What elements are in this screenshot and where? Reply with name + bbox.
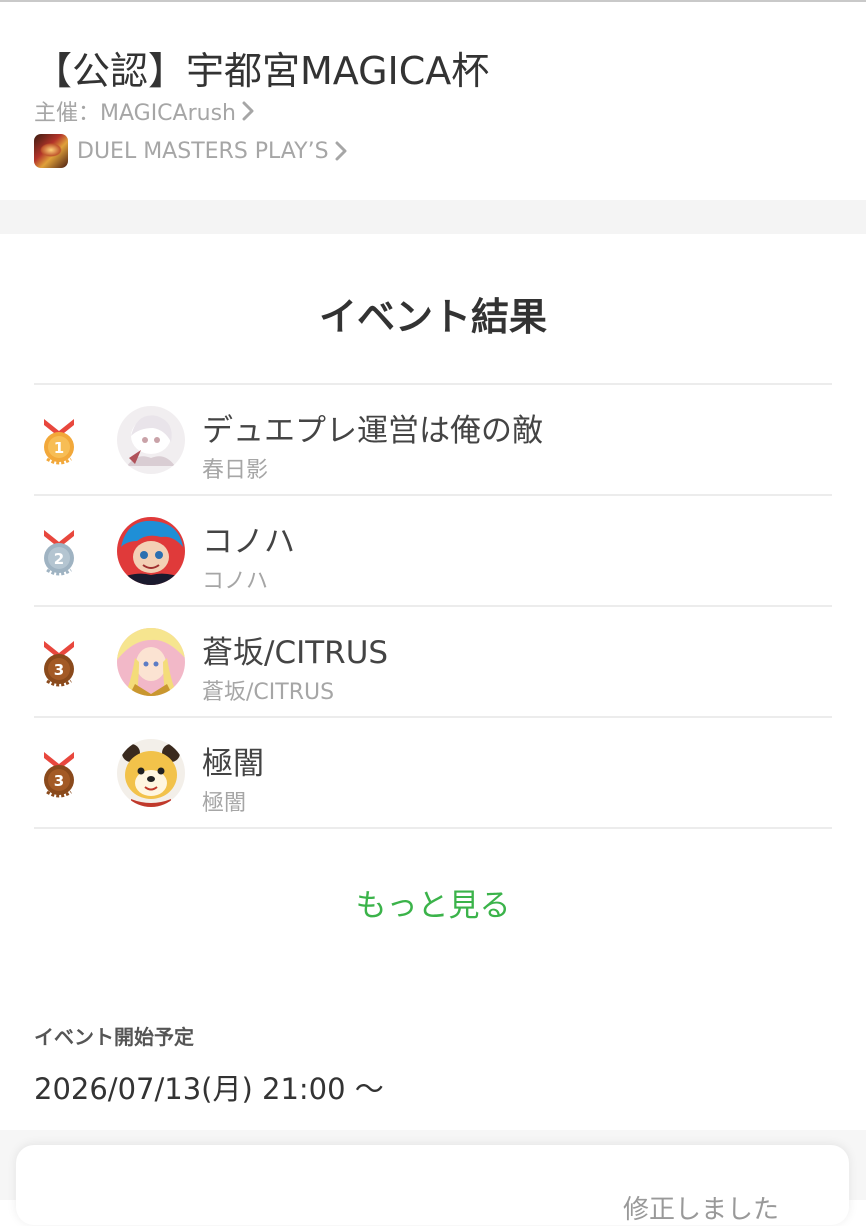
avatar [117, 406, 185, 474]
player-subname: コノハ [202, 569, 269, 594]
game-name: DUEL MASTERS PLAY’S [77, 138, 329, 164]
svg-text:3: 3 [54, 772, 64, 790]
silver-medal-icon: 2 [44, 530, 74, 576]
avatar [117, 628, 185, 696]
player-name: 蒼坂/CITRUS [202, 635, 389, 671]
player-subname: 春日影 [202, 458, 269, 483]
section-divider [0, 200, 866, 234]
game-link[interactable]: DUEL MASTERS PLAY’S [34, 134, 347, 168]
game-icon [34, 134, 68, 168]
result-row[interactable]: 1 デュエプレ運営は俺の敵 春日影 [34, 385, 832, 496]
schedule-value: 2026/07/13(月) 21:00 ～ [34, 1072, 384, 1106]
chevron-right-icon [242, 101, 254, 121]
player-name: 極闇 [202, 746, 264, 782]
result-row[interactable]: 3 蒼坂/CITRUS 蒼坂/CITRUS [34, 607, 832, 718]
player-subname: 極闇 [202, 791, 247, 816]
chevron-right-icon [335, 141, 347, 161]
player-subname: 蒼坂/CITRUS [202, 680, 335, 705]
bronze-medal-icon: 3 [44, 641, 74, 687]
result-row[interactable]: 3 極闇 極闇 [34, 718, 832, 829]
bottom-card-text: 修正しました [622, 1195, 779, 1225]
avatar [117, 517, 185, 585]
results-list: 1 デュエプレ運営は俺の敵 春日影 2 コノハ コノハ 3 蒼坂/CITRUS … [34, 383, 832, 829]
player-name: デュエプレ運営は俺の敵 [202, 413, 543, 449]
svg-text:2: 2 [54, 550, 64, 568]
organizer-label: 主催：MAGICArush [34, 101, 236, 126]
avatar [117, 739, 185, 807]
schedule-label: イベント開始予定 [34, 1025, 194, 1049]
event-header: 【公認】宇都宮MAGICA杯 主催：MAGICArush DUEL MASTER… [0, 2, 866, 200]
see-more-link[interactable]: もっと見る [0, 880, 866, 925]
results-heading: イベント結果 [318, 295, 547, 339]
organizer-link[interactable]: 主催：MAGICArush [34, 95, 254, 127]
bottom-card[interactable]: 修正しました [16, 1145, 849, 1225]
bronze-medal-icon: 3 [44, 752, 74, 798]
player-name: コノハ [202, 524, 295, 560]
gold-medal-icon: 1 [44, 419, 74, 465]
result-row[interactable]: 2 コノハ コノハ [34, 496, 832, 607]
event-title: 【公認】宇都宮MAGICA杯 [34, 49, 490, 93]
svg-text:3: 3 [54, 661, 64, 679]
svg-text:1: 1 [54, 439, 64, 457]
